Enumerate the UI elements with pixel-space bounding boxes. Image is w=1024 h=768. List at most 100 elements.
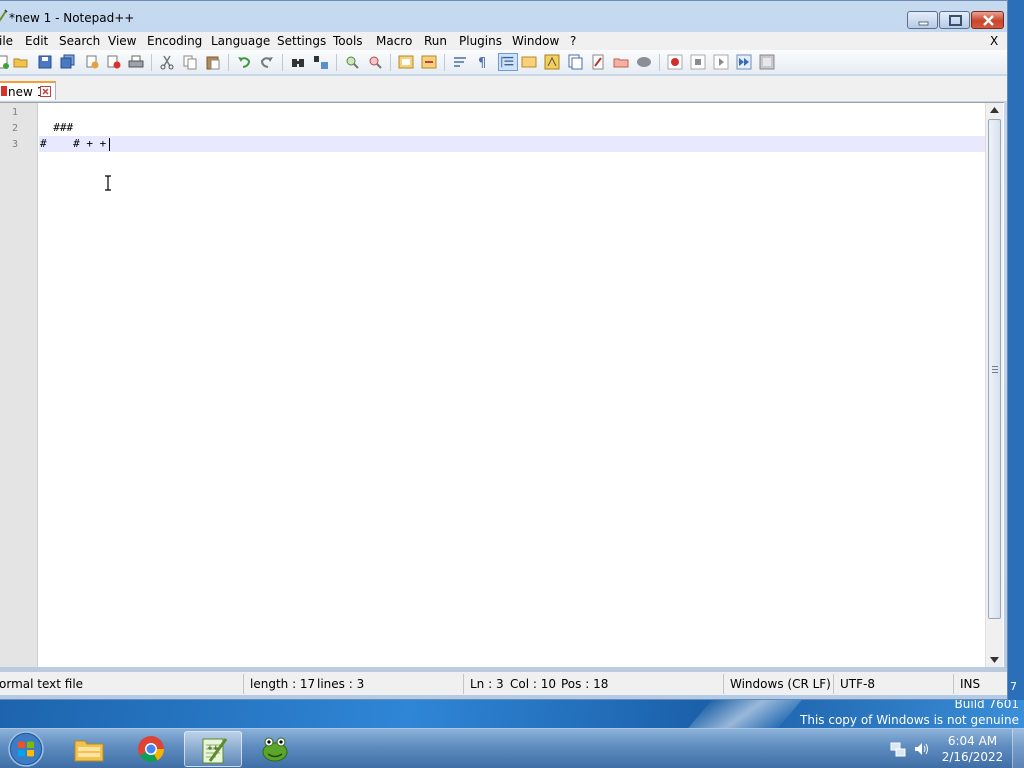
user-defined-language-icon[interactable] (521, 54, 537, 70)
toolbar-separator (390, 54, 391, 71)
tab-label: new 1 (8, 85, 45, 99)
record-macro-icon[interactable] (667, 54, 683, 70)
status-encoding[interactable]: UTF-8 (840, 677, 875, 691)
menu-edit[interactable]: Edit (25, 34, 48, 48)
sync-vertical-icon[interactable] (398, 54, 414, 70)
zoom-in-icon[interactable] (344, 54, 360, 70)
desktop-watermark-fragment: 7 (1010, 680, 1017, 693)
network-icon[interactable] (890, 741, 906, 757)
code-line-3[interactable]: # # + + (40, 137, 106, 150)
minimize-button[interactable] (907, 11, 938, 29)
scrollbar-thumb[interactable] (988, 119, 1001, 619)
plugin-icon[interactable] (636, 54, 652, 70)
new-file-icon[interactable] (0, 54, 10, 70)
open-file-icon[interactable] (13, 54, 29, 70)
status-insert-mode[interactable]: INS (960, 677, 980, 691)
zoom-out-icon[interactable] (367, 54, 383, 70)
indent-guide-icon[interactable] (498, 53, 518, 71)
menu-macro[interactable]: Macro (376, 34, 412, 48)
notepad-app-icon[interactable] (0, 9, 8, 25)
save-all-icon[interactable] (60, 54, 76, 70)
clock-time[interactable]: 6:04 AM (940, 734, 1005, 748)
text-caret (109, 138, 110, 151)
show-desktop-button[interactable] (1012, 729, 1024, 768)
current-line-highlight (39, 136, 985, 152)
tab-new-1[interactable]: new 1 (0, 81, 56, 100)
maximize-button[interactable] (939, 11, 970, 29)
scroll-down-arrow-icon[interactable] (990, 657, 999, 663)
paste-icon[interactable] (205, 54, 221, 70)
menu-run[interactable]: Run (424, 34, 447, 48)
line-number-gutter: 1 2 3 (0, 103, 38, 667)
toolbar-separator (659, 54, 660, 71)
close-window-button[interactable] (971, 11, 1004, 29)
word-wrap-icon[interactable] (452, 54, 468, 70)
desktop-background: Build 7601 This copy of Windows is not g… (0, 700, 1024, 728)
volume-icon[interactable] (913, 741, 931, 757)
menu-search[interactable]: Search (59, 34, 100, 48)
run-multiple-icon[interactable] (736, 54, 752, 70)
tab-close-icon[interactable] (40, 86, 51, 97)
save-macro-icon[interactable] (759, 54, 775, 70)
menu-settings[interactable]: Settings (277, 34, 326, 48)
document-map-icon[interactable] (544, 54, 560, 70)
svg-text:++: ++ (207, 744, 219, 752)
clock-date[interactable]: 2/16/2022 (940, 750, 1005, 764)
windows-start-button[interactable] (4, 730, 48, 768)
taskbar-notepad-plus-plus[interactable]: ++ (184, 731, 242, 767)
toolbar: ¶ (0, 50, 1007, 75)
close-all-icon[interactable] (106, 54, 122, 70)
undo-icon[interactable] (236, 54, 252, 70)
menu-language[interactable]: Language (211, 34, 270, 48)
stop-recording-icon[interactable] (690, 54, 706, 70)
function-list-icon[interactable] (567, 54, 583, 70)
windows-genuine-watermark: This copy of Windows is not genuine (800, 713, 1019, 727)
status-file-type: ormal text file (0, 677, 84, 691)
unsaved-file-icon (1, 86, 7, 96)
menu-view[interactable]: View (108, 34, 136, 48)
copy-icon[interactable] (182, 54, 198, 70)
sync-horizontal-icon[interactable] (421, 54, 437, 70)
close-document-button[interactable]: X (990, 34, 998, 48)
status-eol-format[interactable]: Windows (CR LF) (730, 677, 831, 691)
show-all-characters-icon[interactable]: ¶ (475, 54, 491, 70)
monitoring-icon[interactable] (613, 54, 629, 70)
toolbar-separator (282, 54, 283, 71)
find-icon[interactable] (290, 54, 306, 70)
playback-icon[interactable] (713, 54, 729, 70)
menu-plugins[interactable]: Plugins (459, 34, 502, 48)
taskbar-windows-explorer[interactable] (60, 731, 118, 767)
status-column: Col : 10 (510, 677, 556, 691)
line-number: 2 (11, 123, 18, 134)
menu-encoding[interactable]: Encoding (147, 34, 202, 48)
taskbar-frog-app[interactable] (246, 731, 304, 767)
ibeam-cursor-icon (105, 175, 111, 191)
menu-tools[interactable]: Tools (333, 34, 363, 48)
chrome-icon (138, 736, 165, 763)
menu-file[interactable]: ile (0, 34, 13, 48)
cut-icon[interactable] (159, 54, 175, 70)
editor-area[interactable]: 1 2 3 ### # # + + (0, 102, 1004, 667)
code-line-2[interactable]: ### (40, 121, 73, 134)
close-file-icon[interactable] (84, 54, 100, 70)
scrollbar-grip (992, 366, 998, 373)
vertical-scrollbar[interactable] (985, 103, 1003, 667)
toolbar-separator (336, 54, 337, 71)
window-title: *new 1 - Notepad++ (9, 11, 135, 25)
redo-icon[interactable] (259, 54, 275, 70)
minimize-icon (918, 21, 929, 26)
print-icon[interactable] (128, 54, 144, 70)
taskbar: ++ 6:04 AM 2/16/2022 (0, 728, 1024, 768)
scroll-up-arrow-icon[interactable] (990, 107, 999, 113)
save-icon[interactable] (37, 54, 53, 70)
folder-as-workspace-icon[interactable] (590, 54, 606, 70)
status-divider (723, 674, 724, 694)
line-number: 1 (11, 107, 18, 118)
menu-bar: ile Edit Search View Encoding Language S… (0, 32, 1007, 50)
menu-window[interactable]: Window (512, 34, 559, 48)
status-bar: ormal text file length : 17 lines : 3 Ln… (0, 671, 1007, 695)
title-bar[interactable]: *new 1 - Notepad++ (0, 1, 1007, 33)
menu-help[interactable]: ? (570, 34, 576, 48)
taskbar-google-chrome[interactable] (122, 731, 180, 767)
replace-icon[interactable] (313, 54, 329, 70)
